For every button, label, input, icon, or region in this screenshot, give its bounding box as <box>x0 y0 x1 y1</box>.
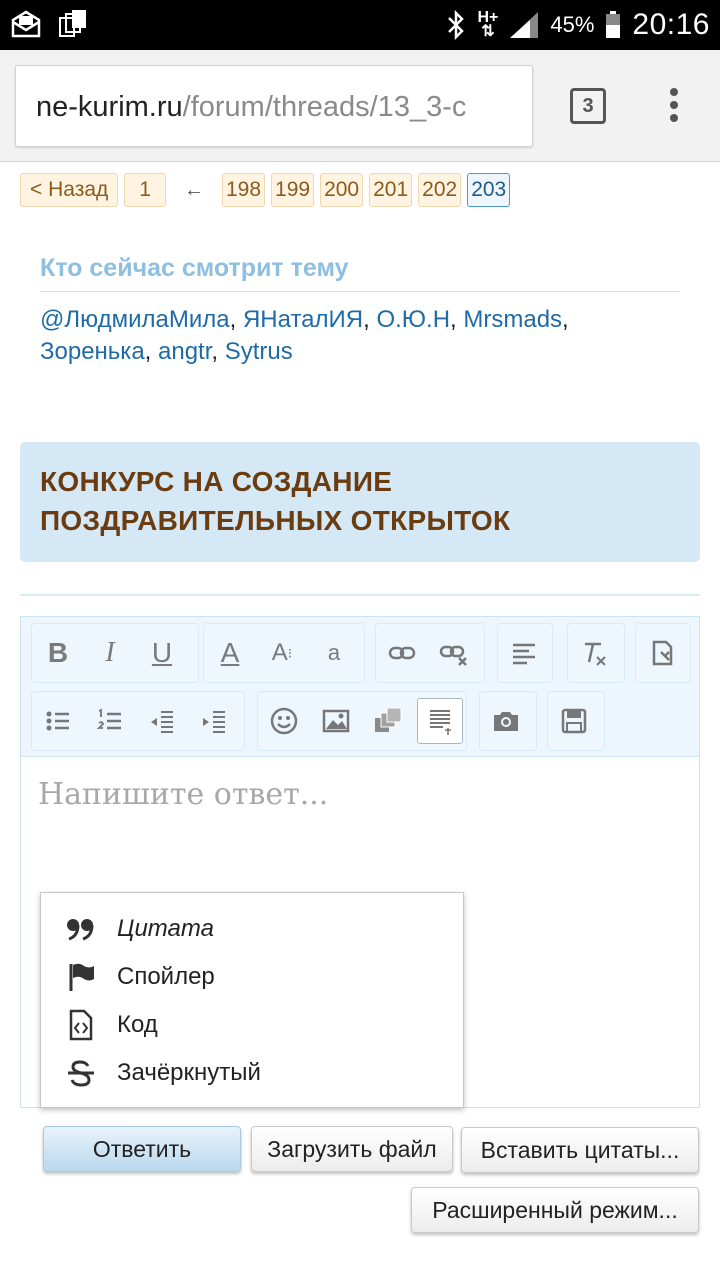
font-size-icon[interactable]: A ⁝ <box>256 623 308 683</box>
gallery-notification-icon <box>59 10 86 37</box>
menu-item-label: Зачёркнутый <box>117 1059 261 1086</box>
menu-item-spoiler[interactable]: Спойлер <box>41 953 463 1001</box>
notification-icons <box>10 8 88 40</box>
viewer-link[interactable]: Sytrus <box>225 338 293 365</box>
pagination-page[interactable]: 201 <box>369 173 413 207</box>
viewer-link[interactable]: Mrsmads <box>463 306 562 333</box>
toolbar-group-camera <box>479 691 537 751</box>
editor-toolbar: B I U A A ⁝ a <box>21 617 699 757</box>
smiley-icon[interactable] <box>258 691 310 751</box>
thread-title-line: ПОЗДРАВИТЕЛЬНЫХ ОТКРЫТОК <box>40 505 511 536</box>
bold-icon[interactable]: B <box>32 623 84 683</box>
menu-item-label: Код <box>117 1011 158 1038</box>
menu-item-label: Цитата <box>117 915 214 942</box>
menu-item-quote[interactable]: Цитата <box>41 905 463 953</box>
thread-title-line: КОНКУРС НА СОЗДАНИЕ <box>40 466 393 497</box>
italic-icon[interactable]: I <box>84 623 136 683</box>
viewers-heading: Кто сейчас смотрит тему <box>40 254 680 292</box>
quote-icon <box>63 913 99 945</box>
status-bar: H+ ⇅ 45% 20:16 <box>0 0 720 50</box>
pagination-page[interactable]: 198 <box>221 173 266 207</box>
toolbar-group-lists <box>31 691 245 751</box>
viewers-list: @ЛюдмилаМила, ЯНаталИЯ, О.Ю.Н, Mrsmads, З… <box>40 306 569 365</box>
signal-icon <box>510 12 539 38</box>
pagination-page[interactable]: 202 <box>418 173 462 207</box>
url-bar[interactable]: ne-kurim.ru/forum/threads/13_3-c <box>15 65 533 147</box>
camera-icon[interactable] <box>480 691 532 751</box>
menu-item-code[interactable]: Код <box>41 1001 463 1049</box>
advanced-mode-button[interactable]: Расширенный режим... <box>411 1187 699 1233</box>
upload-file-button[interactable]: Загрузить файл <box>251 1126 453 1172</box>
pagination: < Назад 1 ← 198 199 200 201 202 203 <box>20 172 516 208</box>
viewer-link[interactable]: ЯНаталИЯ <box>243 306 363 333</box>
insert-quotes-button[interactable]: Вставить цитаты... <box>461 1127 699 1173</box>
toolbar-group-text-style: B I U <box>31 623 199 683</box>
bluetooth-icon <box>448 10 465 40</box>
toolbar-group-link <box>375 623 485 683</box>
mail-notification-icon <box>11 10 41 38</box>
numbered-list-icon[interactable] <box>84 691 136 751</box>
viewer-link[interactable]: О.Ю.Н <box>376 306 450 333</box>
viewer-link[interactable]: @ЛюдмилаМила <box>40 306 230 333</box>
battery-percent: 45% <box>550 12 595 37</box>
toolbar-group-save <box>547 691 605 751</box>
toolbar-group-insert <box>257 691 467 751</box>
pagination-page[interactable]: 199 <box>271 173 315 207</box>
reply-placeholder: Напишите ответ... <box>38 777 329 812</box>
media-icon[interactable] <box>362 691 414 751</box>
pagination-page-current[interactable]: 203 <box>467 173 511 207</box>
align-icon[interactable] <box>498 623 550 683</box>
overflow-menu-icon[interactable] <box>662 88 686 126</box>
divider <box>20 594 700 596</box>
toolbar-group-clear <box>567 623 625 683</box>
bbcode-menu-icon[interactable] <box>417 698 463 744</box>
viewer-link[interactable]: angtr <box>158 338 211 365</box>
tab-switcher-button[interactable]: 3 <box>570 88 606 124</box>
remove-format-icon[interactable] <box>568 623 620 683</box>
network-type-icon: H+ ⇅ <box>477 9 499 40</box>
unlink-icon[interactable] <box>428 623 480 683</box>
toolbar-group-align <box>497 623 553 683</box>
status-indicators: H+ ⇅ 45% 20:16 <box>445 0 710 50</box>
clock: 20:16 <box>632 8 710 41</box>
image-icon[interactable] <box>310 691 362 751</box>
pagination-page-first[interactable]: 1 <box>124 173 166 207</box>
bullet-list-icon[interactable] <box>32 691 84 751</box>
thread-title-banner: КОНКУРС НА СОЗДАНИЕ ПОЗДРАВИТЕЛЬНЫХ ОТКР… <box>20 442 700 562</box>
reply-button[interactable]: Ответить <box>43 1126 241 1172</box>
font-family-icon[interactable]: a <box>308 623 360 683</box>
url-path: /forum/threads/13_3-c <box>182 91 467 123</box>
pagination-skip-arrow[interactable]: ← <box>184 179 204 202</box>
url-host: ne-kurim.ru <box>36 91 183 123</box>
underline-icon[interactable]: U <box>136 623 188 683</box>
flag-icon <box>63 961 99 993</box>
link-icon[interactable] <box>376 623 428 683</box>
outdent-icon[interactable] <box>136 691 188 751</box>
toolbar-group-paste <box>635 623 691 683</box>
code-file-icon <box>63 1009 99 1041</box>
battery-icon <box>606 11 621 38</box>
save-draft-icon[interactable] <box>548 691 600 751</box>
pagination-back-button[interactable]: < Назад <box>20 173 119 207</box>
pagination-page[interactable]: 200 <box>320 173 364 207</box>
bbcode-dropdown-menu: Цитата Спойлер Код Зачёркнутый <box>40 892 464 1108</box>
browser-toolbar: ne-kurim.ru/forum/threads/13_3-c 3 <box>0 50 720 162</box>
menu-item-strikethrough[interactable]: Зачёркнутый <box>41 1049 463 1097</box>
paste-icon[interactable] <box>636 623 688 683</box>
toolbar-group-font: A A ⁝ a <box>203 623 365 683</box>
font-color-icon[interactable]: A <box>204 623 256 683</box>
strikethrough-icon <box>63 1057 99 1089</box>
viewer-link[interactable]: Зоренька <box>40 338 145 365</box>
indent-icon[interactable] <box>188 691 240 751</box>
menu-item-label: Спойлер <box>117 963 215 990</box>
